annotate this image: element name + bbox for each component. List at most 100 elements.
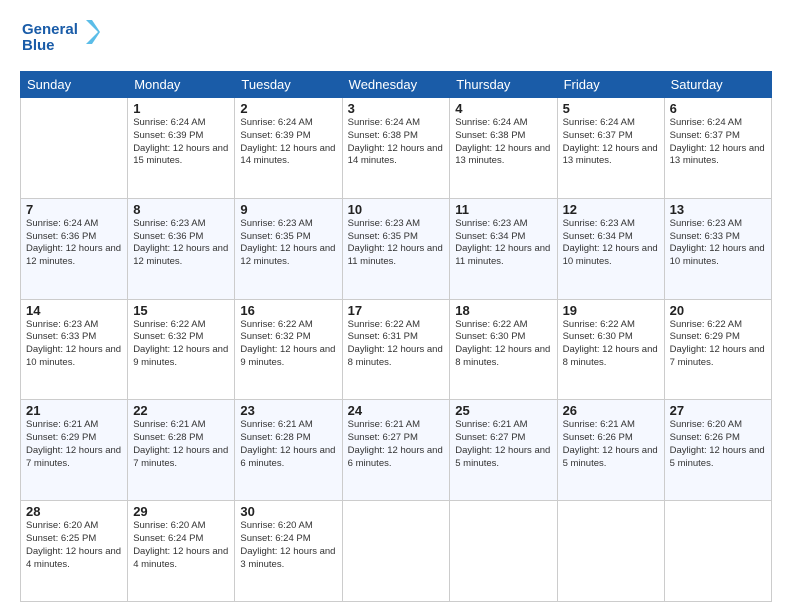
day-info: Sunrise: 6:24 AMSunset: 6:37 PMDaylight:… <box>563 117 659 168</box>
day-info: Sunrise: 6:23 AMSunset: 6:35 PMDaylight:… <box>240 218 336 269</box>
calendar-week-4: 21Sunrise: 6:21 AMSunset: 6:29 PMDayligh… <box>21 400 772 501</box>
day-number: 26 <box>563 403 659 418</box>
day-info: Sunrise: 6:23 AMSunset: 6:34 PMDaylight:… <box>563 218 659 269</box>
day-number: 28 <box>26 504 122 519</box>
day-info: Sunrise: 6:22 AMSunset: 6:29 PMDaylight:… <box>670 319 766 370</box>
day-number: 15 <box>133 303 229 318</box>
calendar-week-2: 7Sunrise: 6:24 AMSunset: 6:36 PMDaylight… <box>21 198 772 299</box>
day-number: 2 <box>240 101 336 116</box>
day-number: 18 <box>455 303 551 318</box>
day-number: 11 <box>455 202 551 217</box>
day-number: 29 <box>133 504 229 519</box>
calendar-cell: 17Sunrise: 6:22 AMSunset: 6:31 PMDayligh… <box>342 299 450 400</box>
weekday-header-wednesday: Wednesday <box>342 72 450 98</box>
day-number: 5 <box>563 101 659 116</box>
calendar-cell: 19Sunrise: 6:22 AMSunset: 6:30 PMDayligh… <box>557 299 664 400</box>
day-number: 22 <box>133 403 229 418</box>
svg-text:General: General <box>22 21 78 38</box>
day-number: 13 <box>670 202 766 217</box>
day-info: Sunrise: 6:22 AMSunset: 6:31 PMDaylight:… <box>348 319 445 370</box>
calendar-cell: 15Sunrise: 6:22 AMSunset: 6:32 PMDayligh… <box>128 299 235 400</box>
calendar-cell: 21Sunrise: 6:21 AMSunset: 6:29 PMDayligh… <box>21 400 128 501</box>
weekday-header-thursday: Thursday <box>450 72 557 98</box>
calendar-cell: 27Sunrise: 6:20 AMSunset: 6:26 PMDayligh… <box>664 400 771 501</box>
calendar-cell: 14Sunrise: 6:23 AMSunset: 6:33 PMDayligh… <box>21 299 128 400</box>
weekday-header-tuesday: Tuesday <box>235 72 342 98</box>
day-number: 3 <box>348 101 445 116</box>
day-info: Sunrise: 6:20 AMSunset: 6:26 PMDaylight:… <box>670 419 766 470</box>
day-info: Sunrise: 6:20 AMSunset: 6:24 PMDaylight:… <box>133 520 229 571</box>
calendar-cell: 3Sunrise: 6:24 AMSunset: 6:38 PMDaylight… <box>342 98 450 199</box>
calendar-cell: 26Sunrise: 6:21 AMSunset: 6:26 PMDayligh… <box>557 400 664 501</box>
day-info: Sunrise: 6:21 AMSunset: 6:27 PMDaylight:… <box>348 419 445 470</box>
calendar-cell: 11Sunrise: 6:23 AMSunset: 6:34 PMDayligh… <box>450 198 557 299</box>
day-number: 24 <box>348 403 445 418</box>
day-info: Sunrise: 6:24 AMSunset: 6:39 PMDaylight:… <box>240 117 336 168</box>
calendar-cell: 18Sunrise: 6:22 AMSunset: 6:30 PMDayligh… <box>450 299 557 400</box>
day-number: 19 <box>563 303 659 318</box>
calendar-week-3: 14Sunrise: 6:23 AMSunset: 6:33 PMDayligh… <box>21 299 772 400</box>
calendar-cell <box>342 501 450 602</box>
day-info: Sunrise: 6:22 AMSunset: 6:32 PMDaylight:… <box>133 319 229 370</box>
calendar-cell: 30Sunrise: 6:20 AMSunset: 6:24 PMDayligh… <box>235 501 342 602</box>
day-number: 27 <box>670 403 766 418</box>
day-number: 8 <box>133 202 229 217</box>
svg-text:Blue: Blue <box>22 37 55 54</box>
calendar-cell: 5Sunrise: 6:24 AMSunset: 6:37 PMDaylight… <box>557 98 664 199</box>
day-info: Sunrise: 6:21 AMSunset: 6:27 PMDaylight:… <box>455 419 551 470</box>
day-info: Sunrise: 6:23 AMSunset: 6:34 PMDaylight:… <box>455 218 551 269</box>
day-number: 23 <box>240 403 336 418</box>
calendar-cell: 22Sunrise: 6:21 AMSunset: 6:28 PMDayligh… <box>128 400 235 501</box>
day-info: Sunrise: 6:20 AMSunset: 6:24 PMDaylight:… <box>240 520 336 571</box>
day-info: Sunrise: 6:23 AMSunset: 6:33 PMDaylight:… <box>670 218 766 269</box>
calendar-week-1: 1 Sunrise: 6:24 AMSunset: 6:39 PMDaylight… <box>21 98 772 199</box>
calendar-cell: 12Sunrise: 6:23 AMSunset: 6:34 PMDayligh… <box>557 198 664 299</box>
calendar-cell <box>21 98 128 199</box>
calendar-cell: 7Sunrise: 6:24 AMSunset: 6:36 PMDaylight… <box>21 198 128 299</box>
calendar-cell: 16Sunrise: 6:22 AMSunset: 6:32 PMDayligh… <box>235 299 342 400</box>
day-info: Sunrise: 6:20 AMSunset: 6:25 PMDaylight:… <box>26 520 122 571</box>
day-info: Sunrise: 6:23 AMSunset: 6:33 PMDaylight:… <box>26 319 122 370</box>
day-info: Sunrise: 6:22 AMSunset: 6:32 PMDaylight:… <box>240 319 336 370</box>
weekday-header-friday: Friday <box>557 72 664 98</box>
day-number: 1 <box>133 101 229 116</box>
weekday-header-monday: Monday <box>128 72 235 98</box>
calendar-cell: 9Sunrise: 6:23 AMSunset: 6:35 PMDaylight… <box>235 198 342 299</box>
calendar-cell <box>450 501 557 602</box>
calendar-cell: 28Sunrise: 6:20 AMSunset: 6:25 PMDayligh… <box>21 501 128 602</box>
day-info: Sunrise: 6:24 AMSunset: 6:38 PMDaylight:… <box>455 117 551 168</box>
day-info: Sunrise: 6:24 AMSunset: 6:36 PMDaylight:… <box>26 218 122 269</box>
day-number: 30 <box>240 504 336 519</box>
day-info: Sunrise: 6:21 AMSunset: 6:29 PMDaylight:… <box>26 419 122 470</box>
day-info: Sunrise: 6:24 AMSunset: 6:37 PMDaylight:… <box>670 117 766 168</box>
calendar-cell: 10Sunrise: 6:23 AMSunset: 6:35 PMDayligh… <box>342 198 450 299</box>
calendar-cell: 1Sunrise: 6:24 AMSunset: 6:39 PMDaylight… <box>128 98 235 199</box>
day-info: Sunrise: 6:22 AMSunset: 6:30 PMDaylight:… <box>563 319 659 370</box>
weekday-header-row: SundayMondayTuesdayWednesdayThursdayFrid… <box>21 72 772 98</box>
day-number: 4 <box>455 101 551 116</box>
day-info: Sunrise: 6:23 AMSunset: 6:36 PMDaylight:… <box>133 218 229 269</box>
page: General Blue SundayMondayTuesdayWednesda… <box>0 0 792 612</box>
day-number: 20 <box>670 303 766 318</box>
calendar-cell: 23Sunrise: 6:21 AMSunset: 6:28 PMDayligh… <box>235 400 342 501</box>
calendar-cell: 13Sunrise: 6:23 AMSunset: 6:33 PMDayligh… <box>664 198 771 299</box>
day-info: Sunrise: 6:22 AMSunset: 6:30 PMDaylight:… <box>455 319 551 370</box>
day-number: 21 <box>26 403 122 418</box>
calendar-cell: 4Sunrise: 6:24 AMSunset: 6:38 PMDaylight… <box>450 98 557 199</box>
day-number: 25 <box>455 403 551 418</box>
weekday-header-sunday: Sunday <box>21 72 128 98</box>
day-info: Sunrise: 6:23 AMSunset: 6:35 PMDaylight:… <box>348 218 445 269</box>
day-info: Sunrise: 6:21 AMSunset: 6:26 PMDaylight:… <box>563 419 659 470</box>
header: General Blue <box>20 16 772 61</box>
day-info: Sunrise: 6:21 AMSunset: 6:28 PMDaylight:… <box>133 419 229 470</box>
calendar-cell: 25Sunrise: 6:21 AMSunset: 6:27 PMDayligh… <box>450 400 557 501</box>
calendar-cell <box>664 501 771 602</box>
calendar-table: SundayMondayTuesdayWednesdayThursdayFrid… <box>20 71 772 602</box>
day-number: 10 <box>348 202 445 217</box>
day-number: 17 <box>348 303 445 318</box>
day-number: 6 <box>670 101 766 116</box>
calendar-cell: 2Sunrise: 6:24 AMSunset: 6:39 PMDaylight… <box>235 98 342 199</box>
day-number: 12 <box>563 202 659 217</box>
day-number: 16 <box>240 303 336 318</box>
calendar-cell: 8Sunrise: 6:23 AMSunset: 6:36 PMDaylight… <box>128 198 235 299</box>
